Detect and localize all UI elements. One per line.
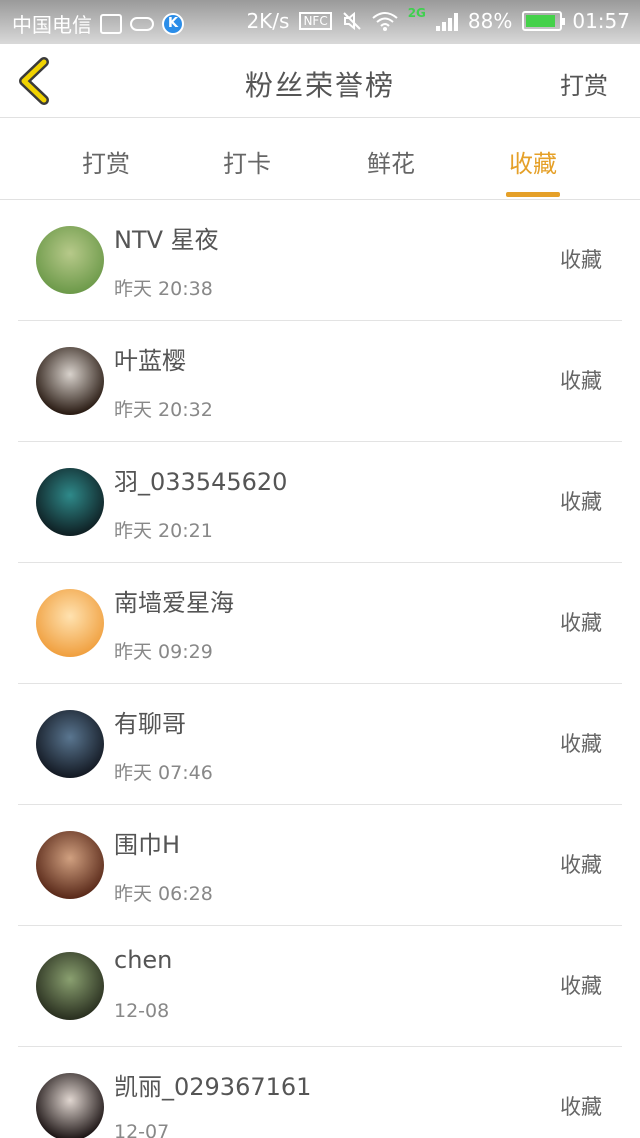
list-item[interactable]: chen 12-08 收藏 (18, 926, 622, 1047)
avatar[interactable] (36, 1073, 104, 1138)
avatar[interactable] (36, 347, 104, 415)
timestamp: 昨天 20:21 (114, 520, 213, 542)
tab-bar: 打赏 打卡 鲜花 收藏 (0, 118, 640, 200)
list-item[interactable]: 叶蓝樱 昨天 20:32 收藏 (18, 321, 622, 442)
fan-list: NTV 星夜 昨天 20:38 收藏 叶蓝樱 昨天 20:32 收藏 羽_033… (0, 200, 640, 1138)
tab-favorites[interactable]: 收藏 (478, 144, 588, 179)
list-item[interactable]: 有聊哥 昨天 07:46 收藏 (18, 684, 622, 805)
timestamp: 昨天 20:32 (114, 399, 213, 421)
tab-flowers[interactable]: 鲜花 (336, 144, 446, 179)
user-name: NTV 星夜 (114, 226, 219, 254)
user-name: chen (114, 946, 173, 974)
timestamp: 昨天 07:46 (114, 762, 213, 784)
user-name: 羽_033545620 (114, 468, 288, 496)
action-label: 收藏 (560, 490, 602, 514)
timestamp: 昨天 20:38 (114, 278, 213, 300)
list-item[interactable]: NTV 星夜 昨天 20:38 收藏 (18, 200, 622, 321)
avatar[interactable] (36, 589, 104, 657)
carrier-label: 中国电信 (12, 13, 92, 37)
wifi-icon (372, 12, 398, 31)
status-bar: 中国电信 K 2K/s NFC 2G 88% 01:57 (0, 0, 640, 44)
timestamp: 12-08 (114, 1000, 170, 1022)
timestamp: 12-07 (114, 1121, 170, 1138)
avatar[interactable] (36, 952, 104, 1020)
status-bar-right: 2K/s NFC 2G 88% 01:57 (246, 6, 630, 33)
user-name: 叶蓝樱 (114, 347, 186, 375)
cloud-icon (130, 16, 154, 31)
action-label: 收藏 (560, 369, 602, 393)
action-label: 收藏 (560, 611, 602, 635)
page-title: 粉丝荣誉榜 (244, 69, 395, 102)
avatar[interactable] (36, 831, 104, 899)
user-name: 有聊哥 (114, 710, 186, 738)
battery-percent: 88% (467, 9, 513, 33)
tab-checkin[interactable]: 打卡 (192, 144, 302, 179)
list-item[interactable]: 凯丽_029367161 12-07 收藏 (18, 1047, 622, 1138)
timestamp: 昨天 06:28 (114, 883, 213, 905)
action-label: 收藏 (560, 248, 602, 272)
network-type: 2G (407, 6, 426, 20)
tab-reward[interactable]: 打赏 (51, 144, 161, 179)
action-label: 收藏 (560, 1095, 602, 1119)
nfc-icon: NFC (299, 12, 332, 30)
action-label: 收藏 (560, 974, 602, 998)
avatar[interactable] (36, 226, 104, 294)
clock: 01:57 (572, 9, 630, 33)
status-bar-left: 中国电信 K (12, 9, 184, 38)
battery-icon (522, 11, 566, 31)
image-icon (100, 13, 122, 34)
avatar[interactable] (36, 710, 104, 778)
reward-button[interactable]: 打赏 (560, 66, 608, 101)
k-app-icon: K (162, 12, 184, 35)
list-item[interactable]: 羽_033545620 昨天 20:21 收藏 (18, 442, 622, 563)
list-item[interactable]: 围巾H 昨天 06:28 收藏 (18, 805, 622, 926)
timestamp: 昨天 09:29 (114, 641, 213, 663)
network-speed: 2K/s (246, 9, 290, 33)
user-name: 围巾H (114, 831, 181, 859)
user-name: 南墙爱星海 (114, 589, 234, 617)
active-tab-indicator (506, 192, 560, 197)
avatar[interactable] (36, 468, 104, 536)
list-item[interactable]: 南墙爱星海 昨天 09:29 收藏 (18, 563, 622, 684)
mute-icon (342, 11, 361, 31)
signal-icon (435, 11, 458, 31)
action-label: 收藏 (560, 853, 602, 877)
header: 粉丝荣誉榜 打赏 (0, 44, 640, 118)
user-name: 凯丽_029367161 (114, 1073, 312, 1101)
action-label: 收藏 (560, 732, 602, 756)
